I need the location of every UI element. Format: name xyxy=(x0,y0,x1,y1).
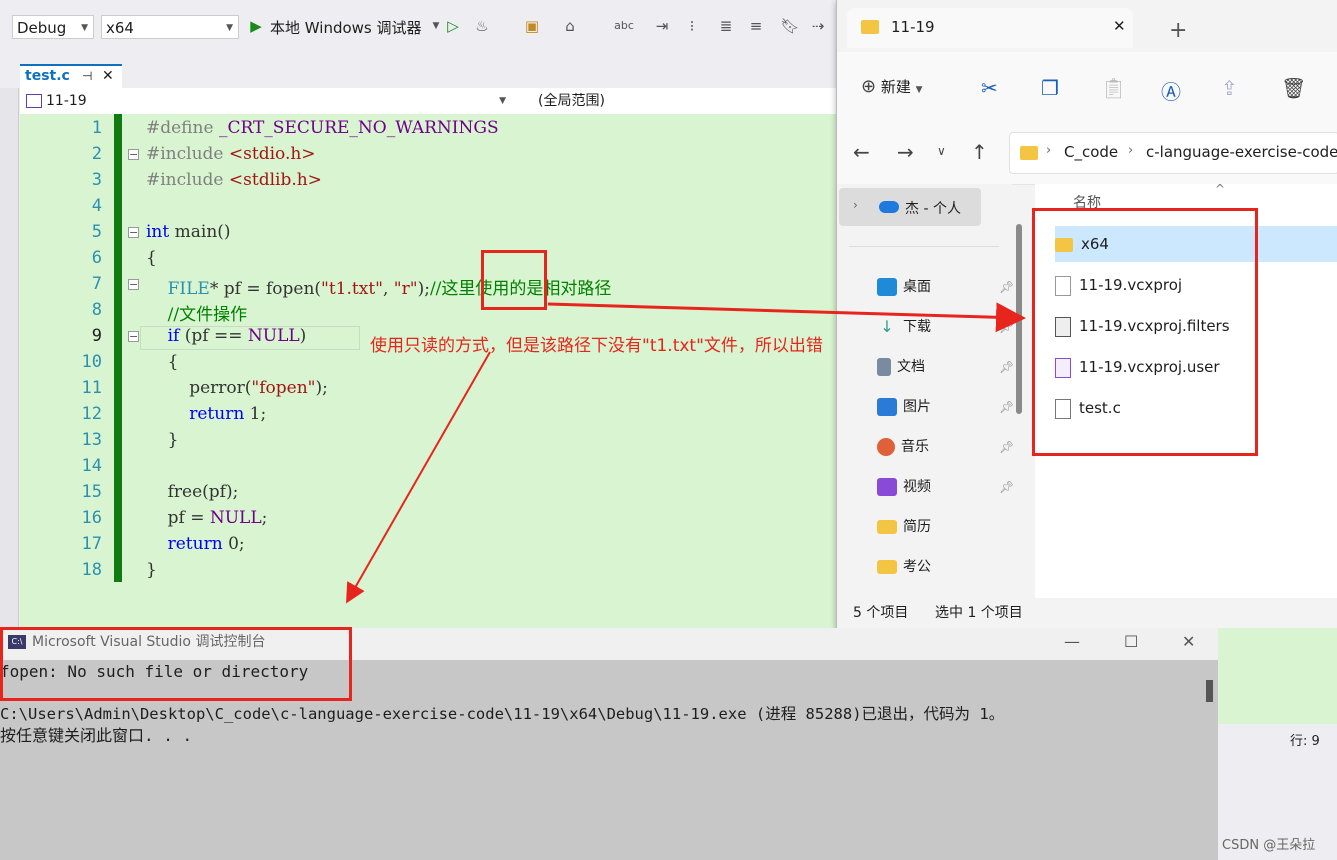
annotation-arrows xyxy=(346,302,1026,604)
arrow-to-console xyxy=(346,351,491,604)
arrow-to-files xyxy=(547,302,1026,333)
